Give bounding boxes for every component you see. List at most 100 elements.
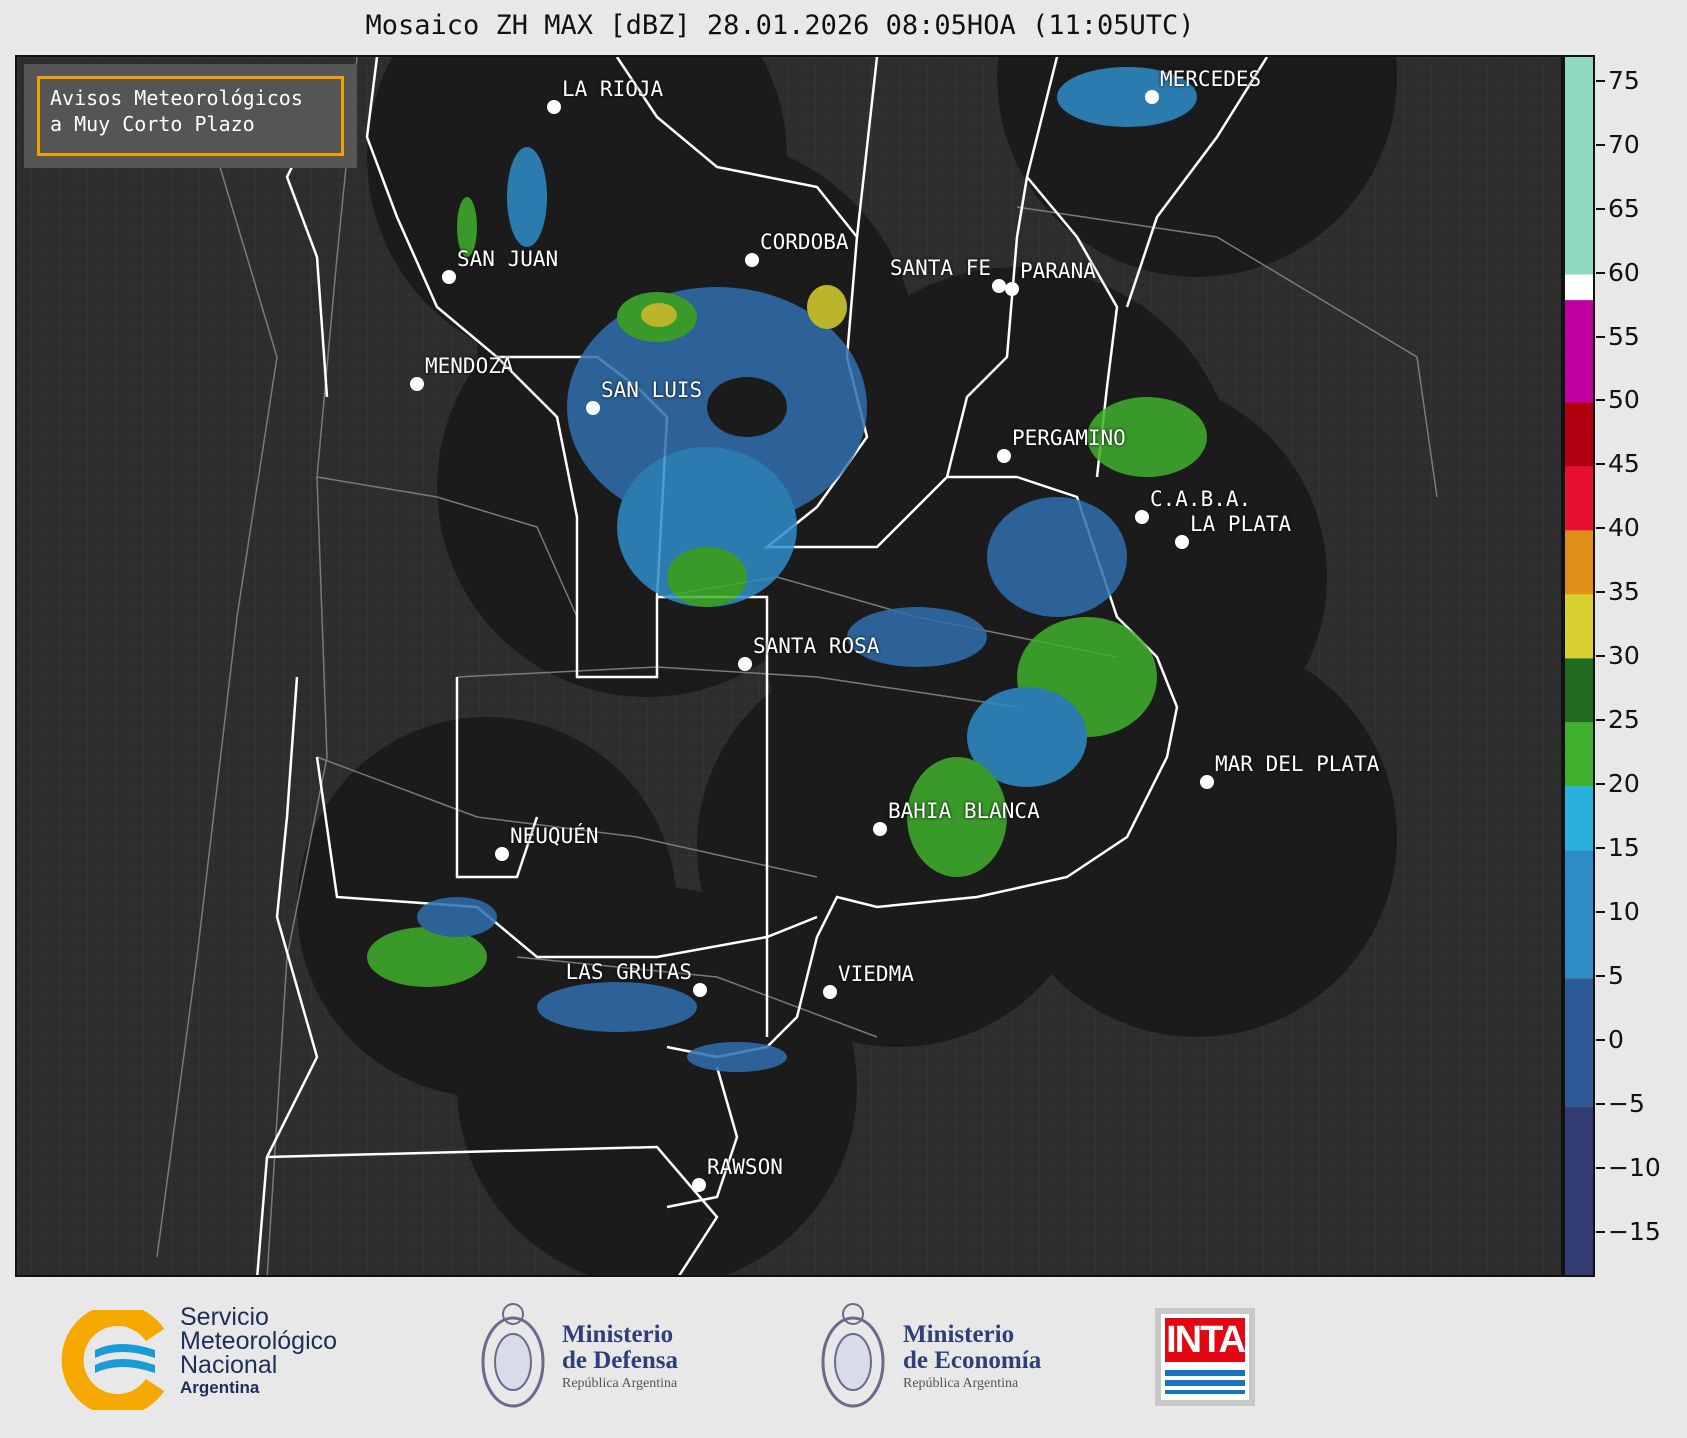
inta-stripe-3 [1165, 1390, 1245, 1394]
city-label: BAHIA BLANCA [888, 799, 1040, 823]
city-marker [586, 401, 600, 415]
radar-map[interactable]: Avisos Meteorológicos a Muy Corto Plazo … [15, 55, 1563, 1277]
city-marker [873, 822, 887, 836]
colorbar-tick [1596, 207, 1605, 210]
economia-logo-text: Ministerio de Economía República Argenti… [903, 1322, 1041, 1394]
colorbar-tick [1596, 975, 1605, 978]
colorbar-tick [1596, 143, 1605, 146]
city-marker [738, 657, 752, 671]
colorbar-tick [1596, 783, 1605, 786]
colorbar-tick [1596, 1231, 1605, 1234]
city-marker [1175, 535, 1189, 549]
colorbar-tick-label: 15 [1608, 833, 1640, 863]
city-marker [823, 985, 837, 999]
city-marker [992, 279, 1006, 293]
colorbar-tick-label: 65 [1608, 193, 1640, 223]
inta-logo: INTA [1155, 1308, 1255, 1406]
economia-sub: República Argentina [903, 1376, 1019, 1391]
colorbar-tick [1596, 271, 1605, 274]
colorbar-tick [1596, 1167, 1605, 1170]
defensa-title-1: Ministerio [562, 1321, 674, 1348]
colorbar-tick-label: 50 [1608, 385, 1640, 415]
defensa-sub: República Argentina [562, 1376, 678, 1391]
city-label: SAN LUIS [601, 378, 703, 402]
city-label: PARANA [1020, 259, 1096, 283]
colorbar-bands [1565, 57, 1593, 1275]
economia-seal-icon [818, 1300, 888, 1415]
colorbar-band [1565, 850, 1593, 979]
colorbar-band [1565, 786, 1593, 851]
colorbar-tick [1596, 527, 1605, 530]
notice-line-1: Avisos Meteorológicos [50, 86, 303, 110]
colorbar-band [1565, 274, 1593, 301]
colorbar-band [1565, 722, 1593, 787]
colorbar-tick-label: −10 [1608, 1153, 1661, 1183]
footer-logos: Servicio Meteorológico Nacional Argentin… [0, 1280, 1687, 1438]
city-label: SAN JUAN [457, 247, 559, 271]
colorbar-tick [1596, 911, 1605, 914]
city-label: C.A.B.A. [1150, 487, 1252, 511]
colorbar-tick-label: 45 [1608, 449, 1640, 479]
city-marker [745, 253, 759, 267]
city-marker [997, 449, 1011, 463]
city-marker [1005, 282, 1019, 296]
inta-logo-word: INTA [1165, 1318, 1246, 1362]
colorbar-tick-label: 25 [1608, 705, 1640, 735]
city-label: LAS GRUTAS [565, 960, 692, 984]
notice-line-2: a Muy Corto Plazo [50, 112, 255, 136]
smn-line-2: Meteorológico [180, 1327, 338, 1355]
colorbar [1563, 55, 1595, 1277]
city-marker [547, 100, 561, 114]
economia-title-1: Ministerio [903, 1321, 1015, 1348]
colorbar-band [1565, 300, 1593, 403]
smn-line-1: Servicio [180, 1303, 269, 1331]
colorbar-tick-label: 70 [1608, 129, 1640, 159]
warnings-notice-frame: Avisos Meteorológicos a Muy Corto Plazo [37, 76, 344, 156]
city-label: NEUQUÉN [510, 824, 599, 848]
city-marker [693, 983, 707, 997]
city-label: VIEDMA [838, 962, 914, 986]
colorbar-tick [1596, 399, 1605, 402]
city-label: MERCEDES [1160, 67, 1262, 91]
colorbar-tick [1596, 1039, 1605, 1042]
colorbar-tick-label: 35 [1608, 577, 1640, 607]
warnings-notice[interactable]: Avisos Meteorológicos a Muy Corto Plazo [24, 64, 357, 168]
colorbar-tick-label: 40 [1608, 513, 1640, 543]
colorbar-tick-label: 75 [1608, 65, 1640, 95]
smn-line-3: Nacional [180, 1351, 278, 1379]
colorbar-tick [1596, 655, 1605, 658]
city-label: MENDOZA [425, 354, 514, 378]
colorbar-band [1565, 1106, 1593, 1275]
defensa-seal-icon [478, 1300, 548, 1415]
colorbar-band [1565, 594, 1593, 659]
colorbar-tick [1596, 1103, 1605, 1106]
colorbar-band [1565, 466, 1593, 531]
smn-logo-icon [60, 1304, 170, 1416]
colorbar-tick-label: −5 [1608, 1089, 1645, 1119]
colorbar-band [1565, 57, 1593, 275]
defensa-logo-text: Ministerio de Defensa República Argentin… [562, 1322, 678, 1394]
city-label: MAR DEL PLATA [1215, 752, 1380, 776]
colorbar-band [1565, 530, 1593, 595]
inta-logo-frame: INTA [1161, 1314, 1249, 1400]
colorbar-tick [1596, 847, 1605, 850]
city-label: CORDOBA [760, 230, 849, 254]
colorbar-tick-label: 5 [1608, 961, 1624, 991]
inta-stripe-1 [1165, 1370, 1245, 1376]
colorbar-tick [1596, 79, 1605, 82]
economia-title-2: de Economía [903, 1347, 1042, 1374]
colorbar-tick [1596, 591, 1605, 594]
city-marker [495, 847, 509, 861]
city-label: LA PLATA [1190, 512, 1292, 536]
inta-stripe-2 [1165, 1380, 1245, 1386]
city-label: PERGAMINO [1012, 426, 1126, 450]
colorbar-tick [1596, 335, 1605, 338]
map-title: Mosaico ZH MAX [dBZ] 28.01.2026 08:05HOA… [365, 10, 1195, 41]
city-marker [1200, 775, 1214, 789]
colorbar-tick-label: 0 [1608, 1025, 1624, 1055]
city-marker [692, 1178, 706, 1192]
colorbar-tick-label: 55 [1608, 321, 1640, 351]
city-marker [410, 377, 424, 391]
smn-logo-text: Servicio Meteorológico Nacional Argentin… [180, 1305, 337, 1399]
colorbar-band [1565, 402, 1593, 467]
